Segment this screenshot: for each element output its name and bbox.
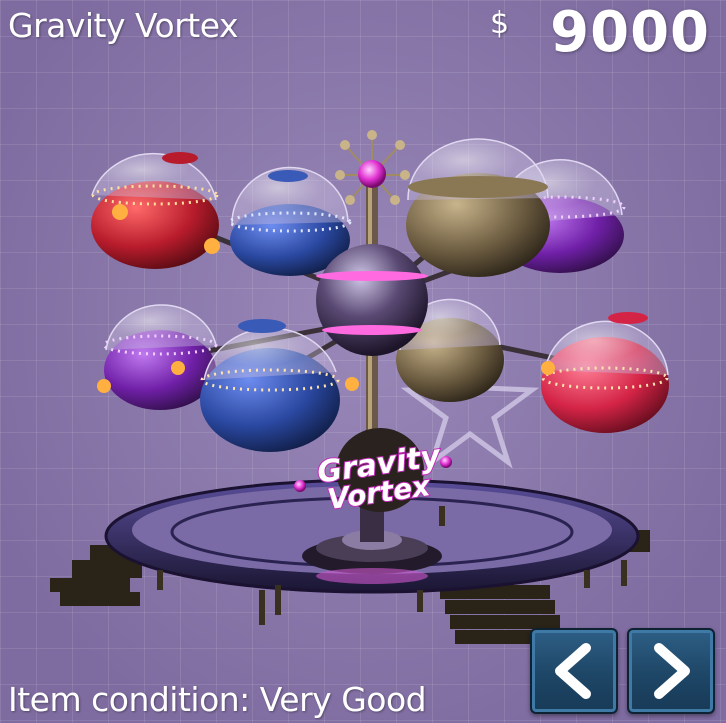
chevron-left-icon [555,643,591,699]
item-price: 9000 [550,0,710,65]
chevron-right-icon [654,643,690,699]
item-title: Gravity Vortex [8,6,238,45]
item-condition: Item condition: Very Good [8,680,427,719]
next-item-button[interactable] [627,628,715,714]
previous-item-button[interactable] [530,628,618,714]
ride-illustration: Gravity Vortex [50,130,669,644]
currency-symbol: $ [490,6,510,41]
